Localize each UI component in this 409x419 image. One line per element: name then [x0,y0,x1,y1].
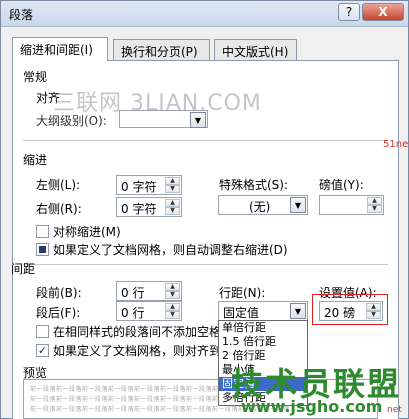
chevron-down-icon[interactable]: ▼ [290,197,306,213]
tab-asian-typography[interactable]: 中文版式(H) [214,39,297,61]
spacing-after-label: 段后(F): [36,306,81,320]
spin-arrows-icon[interactable]: ▲ ▼ [165,199,180,215]
spin-arrows-icon[interactable]: ▲ ▼ [367,197,382,213]
spin-arrows-icon[interactable]: ▲ ▼ [165,303,180,319]
line-spacing-label: 行距(N): [219,286,266,300]
by-spinner[interactable]: ▲ ▼ [319,195,384,215]
left-indent-label: 左侧(L): [36,178,81,192]
watermark-3lian: 三联网 3LIAN.COM [53,91,262,116]
indent-heading: 缩进 [23,153,48,167]
dropdown-option[interactable]: 单倍行距 [219,321,307,335]
spin-arrows-icon[interactable]: ▲ ▼ [366,303,381,319]
by-label: 磅值(Y): [319,178,364,192]
divider [23,140,388,141]
special-indent-select[interactable]: (无) ▼ [218,195,308,215]
spacing-after-spinner[interactable]: 0 行 ▲ ▼ [116,301,182,321]
paragraph-dialog: 段落 ? X 缩进和间距(I) 换行和分页(P) 中文版式(H) 常规 对齐 大… [0,0,409,419]
watermark-net: net [387,405,402,415]
general-heading: 常规 [23,70,48,84]
spacing-before-label: 段前(B): [36,286,82,300]
watermark-51net: 51net [383,139,409,150]
mirror-indents-label: 对称缩进(M) [53,225,121,239]
auto-adjust-right-indent-checkbox[interactable] [36,243,49,256]
right-indent-spinner[interactable]: 0 字符 ▲ ▼ [116,197,182,217]
spacing-before-spinner[interactable]: 0 行 ▲ ▼ [116,281,182,301]
right-indent-label: 右侧(R): [36,202,82,216]
no-space-same-style-checkbox[interactable] [36,325,49,338]
snap-to-grid-label: 如果定义了文档网格，则对齐到 [53,344,222,358]
at-spinner[interactable]: 20 磅 ▲ ▼ [319,301,383,321]
tab-indents-spacing[interactable]: 缩进和间距(I) [12,37,108,61]
help-button[interactable]: ? [338,3,360,21]
special-indent-label: 特殊格式(S): [219,178,289,192]
spacing-heading: 间距 [11,262,36,276]
dropdown-option[interactable]: 1.5 倍行距 [219,335,307,349]
title-bar: 段落 ? X [1,1,408,27]
window-title: 段落 [9,8,34,22]
mirror-indents-checkbox[interactable] [36,225,49,238]
snap-to-grid-checkbox[interactable] [36,344,49,357]
auto-adjust-right-indent-label: 如果定义了文档网格，则自动调整右缩进(D) [53,243,288,257]
close-button[interactable]: X [362,3,404,21]
chevron-down-icon[interactable]: ▼ [290,303,306,319]
spin-arrows-icon[interactable]: ▲ ▼ [165,177,180,193]
tab-line-page-breaks[interactable]: 换行和分页(P) [113,39,210,61]
watermark-jsgho-url: www.jsgho.com [241,397,383,416]
no-space-same-style-label: 在相同样式的段落间不添加空格 [53,325,222,339]
spin-arrows-icon[interactable]: ▲ ▼ [165,283,180,299]
left-indent-spinner[interactable]: 0 字符 ▲ ▼ [116,175,182,195]
line-spacing-select[interactable]: 固定值 ▼ [218,301,308,321]
divider [23,264,388,265]
